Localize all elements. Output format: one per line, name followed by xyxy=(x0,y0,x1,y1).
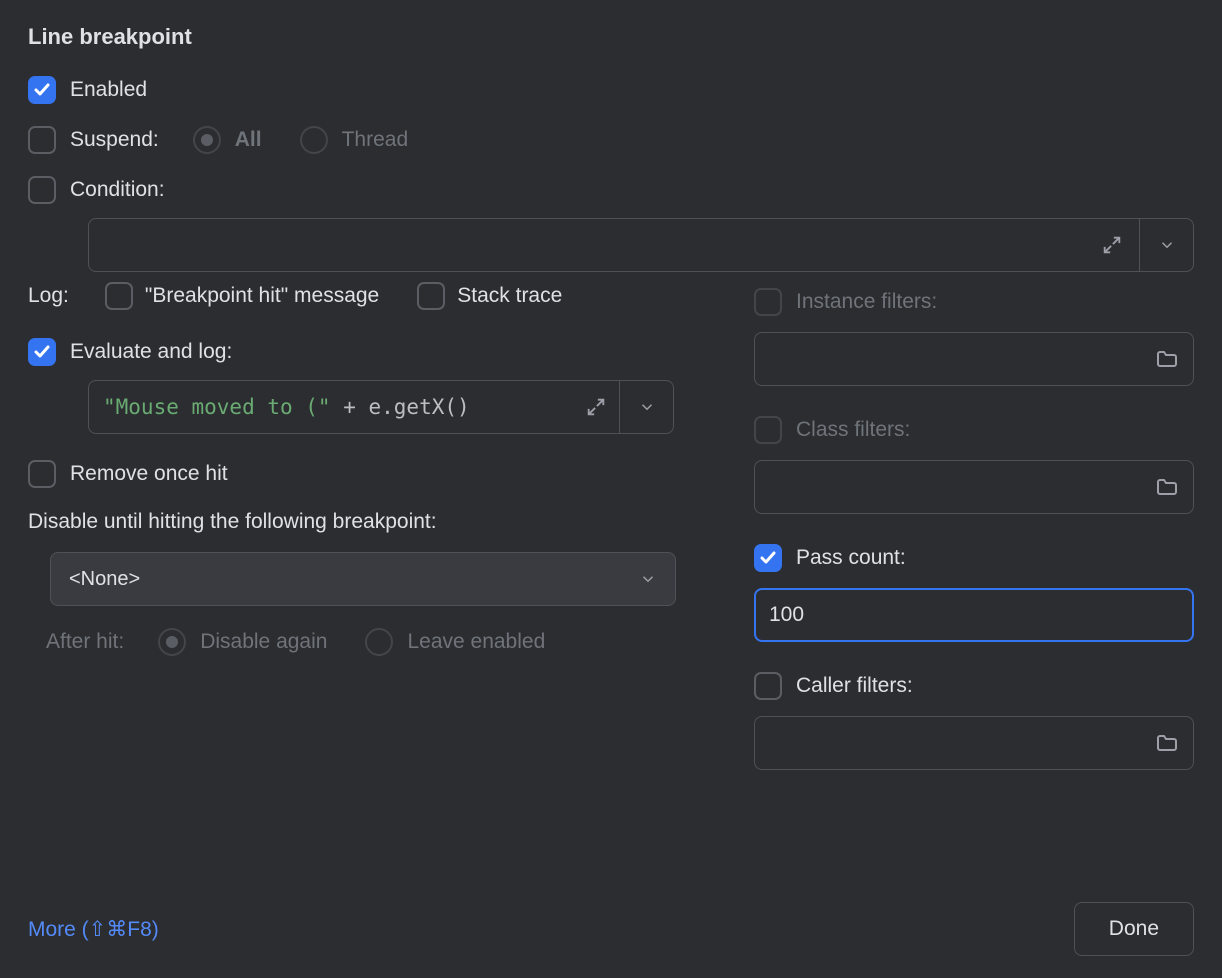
expand-icon[interactable] xyxy=(573,381,619,433)
pass-count-value: 100 xyxy=(769,603,804,627)
caller-filters-label: Caller filters: xyxy=(796,674,913,698)
condition-input[interactable] xyxy=(88,218,1194,272)
pass-count-label: Pass count: xyxy=(796,546,906,570)
done-button[interactable]: Done xyxy=(1074,902,1194,956)
suspend-all-label: All xyxy=(235,128,262,152)
disable-until-select[interactable]: <None> xyxy=(50,552,676,606)
log-stack-label: Stack trace xyxy=(457,284,562,308)
folder-icon[interactable] xyxy=(1155,731,1179,755)
chevron-down-icon xyxy=(639,570,657,588)
remove-once-hit-checkbox[interactable] xyxy=(28,460,56,488)
history-dropdown-icon[interactable] xyxy=(619,381,673,433)
suspend-checkbox[interactable] xyxy=(28,126,56,154)
condition-label: Condition: xyxy=(70,178,165,202)
remove-once-hit-label: Remove once hit xyxy=(70,462,228,486)
suspend-thread-radio[interactable] xyxy=(300,126,328,154)
instance-filters-checkbox[interactable] xyxy=(754,288,782,316)
pass-count-checkbox[interactable] xyxy=(754,544,782,572)
disable-until-value: <None> xyxy=(69,568,140,591)
caller-filters-checkbox[interactable] xyxy=(754,672,782,700)
folder-icon[interactable] xyxy=(1155,347,1179,371)
folder-icon[interactable] xyxy=(1155,475,1179,499)
expand-icon[interactable] xyxy=(1085,219,1139,271)
instance-filters-input[interactable] xyxy=(754,332,1194,386)
eval-code-string: "Mouse moved to (" xyxy=(103,395,331,419)
suspend-all-radio[interactable] xyxy=(193,126,221,154)
instance-filters-label: Instance filters: xyxy=(796,290,937,314)
eval-log-label: Evaluate and log: xyxy=(70,340,232,364)
log-bp-hit-label: "Breakpoint hit" message xyxy=(145,284,379,308)
caller-filters-input[interactable] xyxy=(754,716,1194,770)
class-filters-label: Class filters: xyxy=(796,418,910,442)
enabled-checkbox[interactable] xyxy=(28,76,56,104)
eval-log-checkbox[interactable] xyxy=(28,338,56,366)
disable-until-label: Disable until hitting the following brea… xyxy=(28,510,694,534)
after-hit-leave-radio[interactable] xyxy=(365,628,393,656)
class-filters-checkbox[interactable] xyxy=(754,416,782,444)
more-link[interactable]: More (⇧⌘F8) xyxy=(28,917,159,942)
after-hit-disable-radio[interactable] xyxy=(158,628,186,656)
log-label: Log: xyxy=(28,284,69,308)
eval-code-rest: + e.getX() xyxy=(331,395,470,419)
eval-log-input[interactable]: "Mouse moved to (" + e.getX() xyxy=(88,380,674,434)
after-hit-leave-label: Leave enabled xyxy=(407,630,545,654)
enabled-label: Enabled xyxy=(70,78,147,102)
history-dropdown-icon[interactable] xyxy=(1139,219,1193,271)
log-stack-checkbox[interactable] xyxy=(417,282,445,310)
after-hit-disable-label: Disable again xyxy=(200,630,327,654)
suspend-thread-label: Thread xyxy=(342,128,409,152)
after-hit-label: After hit: xyxy=(46,630,124,654)
dialog-title: Line breakpoint xyxy=(28,24,1194,50)
class-filters-input[interactable] xyxy=(754,460,1194,514)
pass-count-input[interactable]: 100 xyxy=(754,588,1194,642)
suspend-label: Suspend: xyxy=(70,128,159,152)
log-bp-hit-checkbox[interactable] xyxy=(105,282,133,310)
condition-checkbox[interactable] xyxy=(28,176,56,204)
